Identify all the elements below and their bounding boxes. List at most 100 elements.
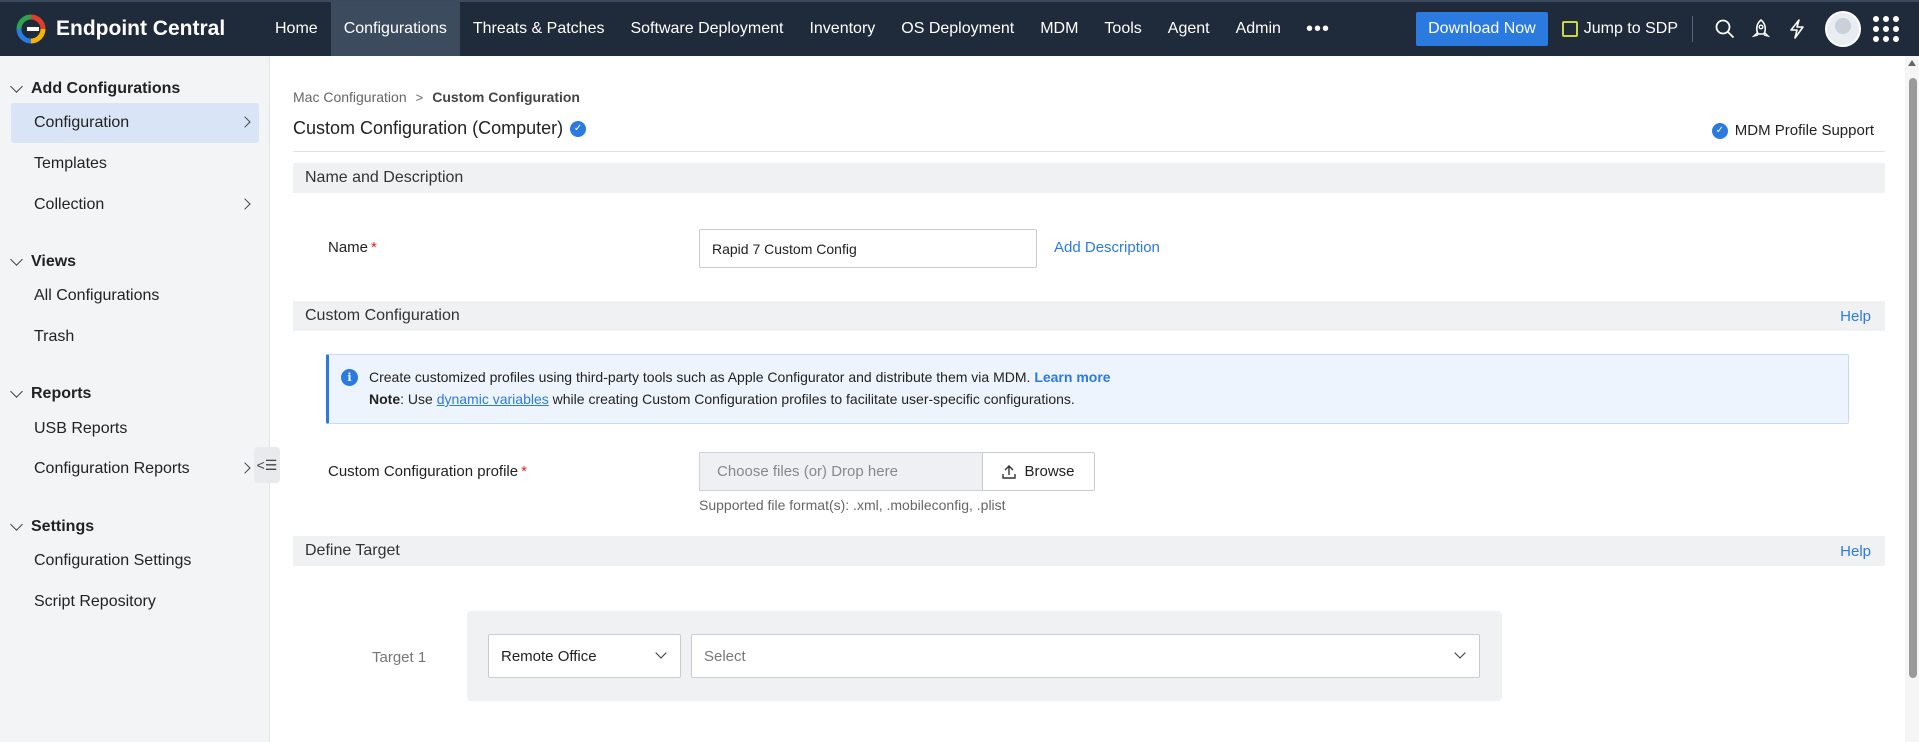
add-description-link[interactable]: Add Description xyxy=(1054,239,1160,256)
section-header-define-target: Define Target Help xyxy=(293,536,1885,566)
caret-down-icon xyxy=(10,518,23,531)
top-right-actions: Download Now Jump to SDP xyxy=(1416,2,1919,56)
info-banner: i Create customized profiles using third… xyxy=(326,354,1849,424)
section-title: Custom Configuration xyxy=(305,307,460,324)
caret-down-icon xyxy=(10,80,23,93)
required-mark: * xyxy=(521,463,527,480)
sidebar-item-configuration[interactable]: Configuration xyxy=(11,103,259,143)
file-drop-zone[interactable]: Choose files (or) Drop here xyxy=(699,452,982,491)
dynamic-variables-link[interactable]: dynamic variables xyxy=(437,391,549,407)
divider xyxy=(293,151,1885,152)
sidebar-item-collection[interactable]: Collection xyxy=(11,185,259,225)
nav-configurations[interactable]: Configurations xyxy=(330,2,460,56)
sidebar-section-settings[interactable]: Settings xyxy=(0,514,94,540)
profile-label-text: Custom Configuration profile xyxy=(328,463,519,480)
nav-home[interactable]: Home xyxy=(262,2,331,56)
sidebar-item-label: Collection xyxy=(34,196,105,213)
sdp-icon xyxy=(1561,21,1578,37)
sidebar-section-reports[interactable]: Reports xyxy=(0,381,91,407)
sidebar-item-label: All Configurations xyxy=(34,287,160,304)
target-type-value: Remote Office xyxy=(501,647,597,665)
app-name: Endpoint Central xyxy=(56,17,226,40)
top-navbar: Endpoint Central Home Configurations Thr… xyxy=(0,0,1919,56)
info-text: Create customized profiles using third-p… xyxy=(369,369,1111,385)
info-icon: i xyxy=(341,369,358,386)
endpoint-central-logo xyxy=(16,14,46,44)
section-title: Name and Description xyxy=(305,169,464,186)
sidebar-section-title: Add Configurations xyxy=(31,80,181,97)
name-label-text: Name xyxy=(328,239,369,256)
collapse-sidebar-icon[interactable]: <☰ xyxy=(254,447,280,483)
sidebar-item-templates[interactable]: Templates xyxy=(11,144,259,184)
mdm-profile-support-label: MDM Profile Support xyxy=(1734,122,1874,139)
lightning-icon[interactable] xyxy=(1779,2,1815,56)
scroll-up-icon[interactable] xyxy=(1908,60,1916,66)
section-header-custom-configuration: Custom Configuration Help xyxy=(293,301,1885,331)
breadcrumb-current: Custom Configuration xyxy=(432,89,580,105)
page-title-text: Custom Configuration (Computer) xyxy=(293,118,564,138)
more-menu-icon[interactable]: ••• xyxy=(1294,2,1342,56)
nav-software-deployment[interactable]: Software Deployment xyxy=(617,2,796,56)
nav-tools[interactable]: Tools xyxy=(1091,2,1154,56)
page-title: Custom Configuration (Computer) ✓ xyxy=(293,118,587,139)
sidebar-section-add-configurations[interactable]: Add Configurations xyxy=(0,76,180,102)
name-input[interactable]: Rapid 7 Custom Config xyxy=(699,229,1037,268)
supported-formats-hint: Supported file format(s): .xml, .mobilec… xyxy=(699,497,1006,513)
help-link[interactable]: Help xyxy=(1840,308,1871,325)
chevron-right-icon: > xyxy=(415,89,424,105)
nav-threats-patches[interactable]: Threats & Patches xyxy=(460,2,618,56)
browse-button[interactable]: Browse xyxy=(982,452,1095,491)
jump-to-sdp-link[interactable]: Jump to SDP xyxy=(1561,20,1678,38)
search-icon[interactable] xyxy=(1707,2,1743,56)
chevron-right-icon xyxy=(239,116,251,128)
avatar[interactable] xyxy=(1825,11,1861,47)
breadcrumb-parent[interactable]: Mac Configuration xyxy=(293,89,407,105)
sidebar-item-configuration-settings[interactable]: Configuration Settings xyxy=(11,541,259,581)
nav-admin[interactable]: Admin xyxy=(1223,2,1294,56)
upload-icon xyxy=(1002,464,1017,479)
mdm-profile-support: ✓ MDM Profile Support xyxy=(1711,122,1874,139)
rocket-icon[interactable] xyxy=(1743,2,1779,56)
sidebar-item-label: Templates xyxy=(34,155,107,172)
brand[interactable]: Endpoint Central xyxy=(0,2,262,56)
sidebar-item-trash[interactable]: Trash xyxy=(11,317,259,357)
help-link[interactable]: Help xyxy=(1840,543,1871,560)
jump-to-sdp-label: Jump to SDP xyxy=(1583,20,1678,37)
target-label: Target 1 xyxy=(372,649,427,666)
learn-more-link[interactable]: Learn more xyxy=(1034,369,1110,385)
verified-badge-icon: ✓ xyxy=(1711,122,1728,139)
note-text-post: while creating Custom Configuration prof… xyxy=(552,391,1075,407)
sidebar-section-views[interactable]: Views xyxy=(0,249,76,275)
chevron-right-icon xyxy=(239,198,251,210)
sidebar-item-label: Configuration xyxy=(34,114,130,131)
sidebar-section-title: Reports xyxy=(31,385,92,402)
scrollbar-thumb[interactable] xyxy=(1909,78,1917,678)
sidebar: Add Configurations Configuration Templat… xyxy=(0,56,270,742)
apps-grid-icon[interactable] xyxy=(1873,16,1899,42)
note-text-pre: : Use xyxy=(400,391,433,407)
section-header-name-description: Name and Description xyxy=(293,163,1885,193)
chevron-right-icon xyxy=(239,462,251,474)
target-value-select[interactable]: Select xyxy=(691,634,1480,678)
section-title: Define Target xyxy=(305,542,400,559)
sidebar-item-label: Script Repository xyxy=(34,593,156,610)
info-note: Note: Use dynamic variables while creati… xyxy=(369,391,1075,407)
nav-agent[interactable]: Agent xyxy=(1155,2,1223,56)
sidebar-item-all-configurations[interactable]: All Configurations xyxy=(11,276,259,316)
nav-inventory[interactable]: Inventory xyxy=(796,2,888,56)
target-type-select[interactable]: Remote Office xyxy=(488,634,681,678)
info-description: Create customized profiles using third-p… xyxy=(369,369,1031,385)
required-mark: * xyxy=(371,239,377,256)
sidebar-item-label: Configuration Reports xyxy=(34,460,190,477)
sidebar-item-script-repository[interactable]: Script Repository xyxy=(11,582,259,622)
scrollbar[interactable] xyxy=(1905,56,1919,742)
sidebar-item-label: USB Reports xyxy=(34,420,128,437)
sidebar-item-usb-reports[interactable]: USB Reports xyxy=(11,409,259,449)
sidebar-item-label: Trash xyxy=(34,328,75,345)
sidebar-item-configuration-reports[interactable]: Configuration Reports xyxy=(11,449,259,489)
sidebar-item-label: Configuration Settings xyxy=(34,552,192,569)
download-now-button[interactable]: Download Now xyxy=(1416,12,1548,46)
nav-os-deployment[interactable]: OS Deployment xyxy=(888,2,1027,56)
nav-mdm[interactable]: MDM xyxy=(1027,2,1091,56)
sidebar-section-title: Views xyxy=(31,253,77,270)
